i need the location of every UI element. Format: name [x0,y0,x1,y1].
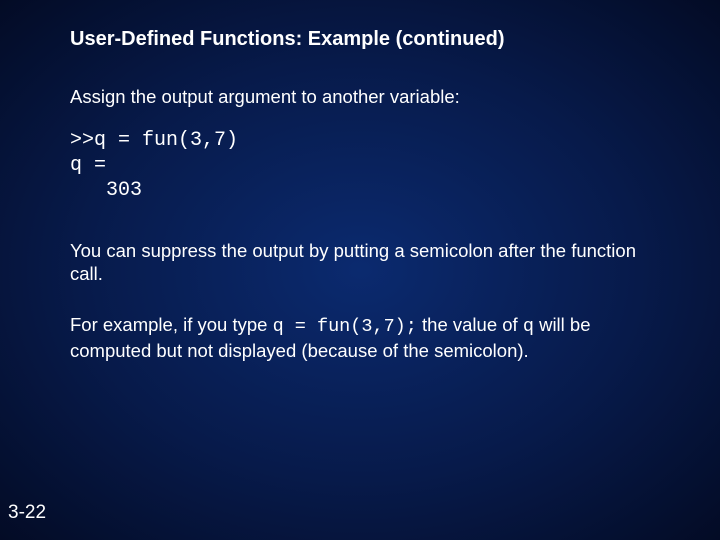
page-number: 3-22 [8,502,46,524]
intro-line: Assign the output argument to another va… [70,85,660,108]
para3-code2: q [523,316,534,337]
paragraph-example: For example, if you type q = fun(3,7); t… [70,313,660,361]
para3-code1: q = fun(3,7); [273,316,417,337]
code-block: >>q = fun(3,7) q = 303 [70,128,660,203]
paragraph-suppress: You can suppress the output by putting a… [70,239,660,285]
para2-text: You can suppress the output by putting a… [70,240,636,284]
slide-title: User-Defined Functions: Example (continu… [70,28,660,51]
code-line-2: q = [70,154,106,177]
para3-t2: the value of [417,314,523,335]
code-line-3: 303 [70,179,142,202]
code-line-1: >>q = fun(3,7) [70,129,238,152]
para3-t1: For example, if you type [70,314,273,335]
slide: User-Defined Functions: Example (continu… [0,0,720,540]
